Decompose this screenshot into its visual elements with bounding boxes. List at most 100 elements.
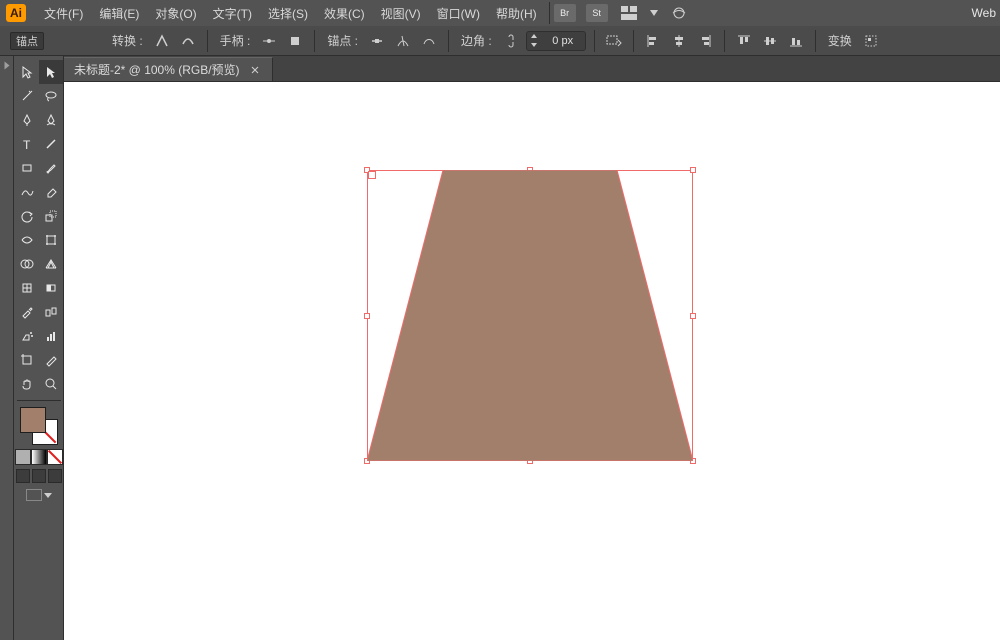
- isolate-icon[interactable]: [603, 30, 625, 52]
- shaper-tool[interactable]: [15, 180, 39, 204]
- align-right-icon[interactable]: [694, 30, 716, 52]
- tool-separator: [17, 400, 61, 401]
- corner-radius-field[interactable]: [526, 31, 586, 51]
- trapezoid-shape[interactable]: [367, 170, 693, 461]
- menu-file[interactable]: 文件(F): [36, 0, 91, 26]
- curvature-tool[interactable]: [39, 108, 63, 132]
- controlbar-sep-7: [815, 30, 816, 52]
- workspace-label[interactable]: Web: [968, 6, 1000, 20]
- symbol-sprayer-tool[interactable]: [15, 324, 39, 348]
- document-tab[interactable]: 未标题-2* @ 100% (RGB/预览): [64, 57, 273, 81]
- handle-hide-icon[interactable]: [284, 30, 306, 52]
- color-mode-solid[interactable]: [15, 449, 31, 465]
- paintbrush-tool[interactable]: [39, 156, 63, 180]
- artboard-tool[interactable]: [15, 348, 39, 372]
- free-transform-tool[interactable]: [39, 228, 63, 252]
- controlbar-sep-5: [633, 30, 634, 52]
- stock-button[interactable]: St: [586, 4, 608, 22]
- draw-inside-icon[interactable]: [48, 469, 62, 483]
- arrange-docs-menu-caret[interactable]: [650, 10, 658, 16]
- lasso-tool[interactable]: [39, 84, 63, 108]
- close-tab-button[interactable]: [248, 63, 262, 77]
- controlbar-sep-1: [207, 30, 208, 52]
- convert-corner-icon[interactable]: [151, 30, 173, 52]
- arrange-docs-button[interactable]: [618, 2, 640, 24]
- perspective-grid-tool[interactable]: [39, 252, 63, 276]
- menu-window[interactable]: 窗口(W): [429, 0, 488, 26]
- controlbar-sep-2: [314, 30, 315, 52]
- corner-step-up[interactable]: [527, 32, 541, 41]
- handle-show-icon[interactable]: [258, 30, 280, 52]
- link-corner-icon[interactable]: [500, 30, 522, 52]
- pen-tool[interactable]: [15, 108, 39, 132]
- convert-smooth-icon[interactable]: [177, 30, 199, 52]
- width-tool[interactable]: [15, 228, 39, 252]
- screen-mode-button[interactable]: [26, 489, 52, 501]
- corner-radius-input[interactable]: [541, 35, 585, 47]
- slice-tool[interactable]: [39, 348, 63, 372]
- blend-tool[interactable]: [39, 300, 63, 324]
- zoom-tool[interactable]: [39, 372, 63, 396]
- cut-path-icon[interactable]: [392, 30, 414, 52]
- gpu-preview-icon[interactable]: [668, 2, 690, 24]
- workspace-body: T: [0, 56, 1000, 640]
- menu-edit[interactable]: 编辑(E): [91, 0, 147, 26]
- corner-label: 边角 :: [457, 32, 496, 49]
- eyedropper-tool[interactable]: [15, 300, 39, 324]
- bridge-button[interactable]: Br: [554, 4, 576, 22]
- menu-view[interactable]: 视图(V): [373, 0, 429, 26]
- shape-builder-tool[interactable]: [15, 252, 39, 276]
- draw-behind-icon[interactable]: [32, 469, 46, 483]
- magic-wand-tool[interactable]: [15, 84, 39, 108]
- direct-selection-tool[interactable]: [39, 60, 63, 84]
- toolbar-collapse-gutter[interactable]: [0, 56, 14, 640]
- align-vcenter-icon[interactable]: [759, 30, 781, 52]
- rotate-tool[interactable]: [15, 204, 39, 228]
- menu-object[interactable]: 对象(O): [147, 0, 204, 26]
- fill-stroke-swatch[interactable]: [20, 407, 58, 445]
- color-mode-none[interactable]: [47, 449, 63, 465]
- tool-panel: T: [14, 56, 64, 640]
- align-bottom-icon[interactable]: [785, 30, 807, 52]
- app-logo[interactable]: Ai: [6, 4, 26, 22]
- handles-label: 手柄 :: [216, 32, 255, 49]
- object-type-indicator[interactable]: 锚点: [10, 32, 44, 50]
- menu-effect[interactable]: 效果(C): [316, 0, 373, 26]
- corner-stepper[interactable]: [527, 32, 541, 50]
- eraser-tool[interactable]: [39, 180, 63, 204]
- document-tab-title: 未标题-2* @ 100% (RGB/预览): [74, 61, 240, 78]
- close-icon: [250, 65, 260, 75]
- align-hcenter-icon[interactable]: [668, 30, 690, 52]
- connect-path-icon[interactable]: [418, 30, 440, 52]
- draw-normal-icon[interactable]: [16, 469, 30, 483]
- draw-mode-row: [16, 469, 62, 483]
- scale-tool[interactable]: [39, 204, 63, 228]
- align-top-icon[interactable]: [733, 30, 755, 52]
- menubar-right-cluster: Br St: [554, 2, 696, 24]
- menu-help[interactable]: 帮助(H): [488, 0, 545, 26]
- artboard[interactable]: [64, 82, 1000, 640]
- rectangle-tool[interactable]: [15, 156, 39, 180]
- mesh-tool[interactable]: [15, 276, 39, 300]
- hand-tool[interactable]: [15, 372, 39, 396]
- align-left-icon[interactable]: [642, 30, 664, 52]
- gradient-tool[interactable]: [39, 276, 63, 300]
- tool-grid: T: [15, 60, 63, 396]
- line-segment-tool[interactable]: [39, 132, 63, 156]
- color-mode-row: [15, 449, 63, 465]
- corner-step-down[interactable]: [527, 41, 541, 50]
- menu-type[interactable]: 文字(T): [205, 0, 260, 26]
- column-graph-tool[interactable]: [39, 324, 63, 348]
- canvas-viewport[interactable]: [64, 82, 1000, 640]
- selection-tool[interactable]: [15, 60, 39, 84]
- svg-text:T: T: [23, 138, 31, 151]
- transform-panel-icon[interactable]: [860, 30, 882, 52]
- remove-anchor-icon[interactable]: [366, 30, 388, 52]
- type-tool[interactable]: T: [15, 132, 39, 156]
- fill-swatch[interactable]: [20, 407, 46, 433]
- color-mode-gradient[interactable]: [31, 449, 47, 465]
- menu-select[interactable]: 选择(S): [260, 0, 316, 26]
- transform-label[interactable]: 变换: [824, 32, 856, 49]
- menubar: Ai 文件(F) 编辑(E) 对象(O) 文字(T) 选择(S) 效果(C) 视…: [0, 0, 1000, 26]
- toolbar-collapse-caret-icon[interactable]: [2, 60, 12, 70]
